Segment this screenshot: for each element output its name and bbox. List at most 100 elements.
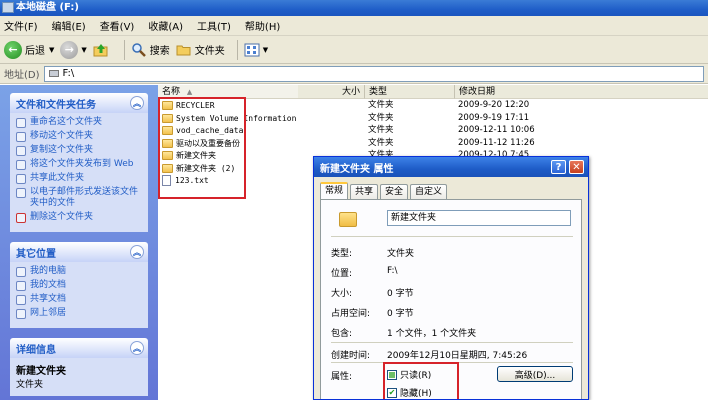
dialog-tabs: 常规 共享 安全 自定义 [320,182,449,199]
up-button[interactable] [93,42,112,58]
collapse-chevron-icon[interactable]: ︽ [130,341,144,355]
toolbar-separator [236,39,238,60]
computer-icon [16,267,26,277]
help-button[interactable]: ? [551,160,566,174]
place-my-computer[interactable]: 我的电脑 [16,266,142,277]
column-header-type[interactable]: 类型 [365,85,455,99]
drive-icon [48,70,59,77]
size-on-disk-label: 占用空间: [331,309,371,319]
toolbar-separator [123,39,125,60]
contains-value: 1 个文件，1 个文件夹 [387,329,477,339]
task-pane: 文件和文件夹任务 ︽ 重命名这个文件夹 移动这个文件夹 复制这个文件夹 将这个文… [0,85,158,400]
place-label: 共享文档 [30,294,67,304]
dialog-title: 新建文件夹 属性 [320,163,394,175]
file-type: 文件夹 [368,100,394,110]
file-date: 2009-11-12 11:26 [458,137,535,148]
forward-button[interactable]: → ▼ [60,40,87,59]
delete-x-icon [16,213,26,223]
tab-general[interactable]: 常规 [320,182,349,199]
rename-icon [16,118,26,128]
other-places-header[interactable]: 其它位置 ︽ [10,242,148,262]
place-network[interactable]: 网上邻居 [16,308,142,319]
file-tasks-body: 重命名这个文件夹 移动这个文件夹 复制这个文件夹 将这个文件夹发布到 Web 共… [10,113,148,232]
address-bar: 地址(D) F:\ [0,64,708,84]
menu-favorites[interactable]: 收藏(A) [148,18,183,33]
back-button[interactable]: ← 后退 ▼ [4,40,55,59]
menu-view[interactable]: 查看(V) [100,18,135,33]
task-rename-folder[interactable]: 重命名这个文件夹 [16,117,142,128]
menu-help[interactable]: 帮助(H) [245,18,280,33]
file-date: 2009-9-20 12:20 [458,100,530,110]
task-delete-folder[interactable]: 删除这个文件夹 [16,212,142,223]
toolbar: ← 后退 ▼ → ▼ 搜索 文件夹 ▼ [0,36,708,64]
general-tab-page: 新建文件夹 类型: 文件夹 位置: F:\ 大小: 0 字节 占用空间: 0 字… [320,199,582,399]
search-label: 搜索 [149,46,170,57]
task-label: 将这个文件夹发布到 Web [30,159,134,169]
menu-tools[interactable]: 工具(T) [197,18,231,33]
collapse-chevron-icon[interactable]: ︽ [130,245,144,259]
file-type: 文件夹 [368,112,394,123]
web-publish-icon [16,160,26,170]
size-on-disk-value: 0 字节 [387,309,414,319]
place-label: 我的文档 [30,280,67,290]
folder-up-icon [93,42,109,58]
task-label: 以电子邮件形式发送该文件夹中的文件 [30,187,139,208]
shared-folder-icon [16,295,26,305]
file-tasks-header[interactable]: 文件和文件夹任务 ︽ [10,93,148,113]
dialog-title-bar[interactable]: 新建文件夹 属性 [314,157,588,177]
place-my-documents[interactable]: 我的文档 [16,280,142,291]
folders-label: 文件夹 [194,46,225,57]
file-date: 2009-12-11 10:06 [458,125,535,135]
size-value: 0 字节 [387,289,414,299]
divider [331,236,573,237]
column-header-size[interactable]: 大小 [298,85,365,99]
task-label: 复制这个文件夹 [30,145,94,155]
task-label: 删除这个文件夹 [30,212,94,222]
place-shared-documents[interactable]: 共享文档 [16,294,142,305]
advanced-button[interactable]: 高级(D)... [497,366,573,382]
file-tasks-title: 文件和文件夹任务 [16,99,96,111]
chevron-down-icon: ▼ [262,45,269,54]
collapse-chevron-icon[interactable]: ︽ [130,96,144,110]
task-email-files[interactable]: 以电子邮件形式发送该文件夹中的文件 [16,187,142,209]
close-button[interactable]: ✕ [569,160,584,174]
folders-button[interactable]: 文件夹 [176,42,225,58]
task-move-folder[interactable]: 移动这个文件夹 [16,131,142,142]
file-type: 文件夹 [368,137,394,148]
task-copy-folder[interactable]: 复制这个文件夹 [16,145,142,156]
forward-arrow-icon: → [60,40,79,59]
divider [331,342,573,343]
menu-edit[interactable]: 编辑(E) [52,18,86,33]
search-button[interactable]: 搜索 [131,42,170,58]
tab-customize[interactable]: 自定义 [410,184,448,199]
properties-dialog: 新建文件夹 属性 ? ✕ 常规 共享 安全 自定义 新建文件夹 类型: 文件夹 … [313,156,589,400]
window-title-bar[interactable]: 本地磁盘 (F:) [0,0,708,16]
address-path: F:\ [62,68,75,79]
column-header-modified[interactable]: 修改日期 [455,85,708,99]
task-publish-web[interactable]: 将这个文件夹发布到 Web [16,159,142,170]
folder-icon [339,212,357,227]
details-item-type: 文件夹 [16,380,44,390]
address-input[interactable]: F:\ [43,65,704,82]
menu-file[interactable]: 文件(F) [4,18,38,33]
other-places-body: 我的电脑 我的文档 共享文档 网上邻居 [10,262,148,328]
task-label: 共享此文件夹 [30,173,85,183]
place-label: 我的电脑 [30,266,67,276]
window-title: 本地磁盘 (F:) [16,2,79,13]
views-button[interactable]: ▼ [244,42,268,58]
task-share-folder[interactable]: 共享此文件夹 [16,173,142,184]
type-label: 类型: [331,249,353,259]
chevron-down-icon: ▼ [81,45,87,54]
type-value: 文件夹 [387,249,415,259]
file-type: 文件夹 [368,125,394,135]
details-header[interactable]: 详细信息 ︽ [10,338,148,358]
folder-icon [176,42,192,58]
tab-security[interactable]: 安全 [380,184,409,199]
folder-name-input[interactable]: 新建文件夹 [387,210,571,226]
drive-icon [2,2,14,13]
address-label: 地址(D) [4,70,40,81]
task-label: 重命名这个文件夹 [30,117,103,127]
chevron-down-icon: ▼ [49,45,55,54]
share-icon [16,174,26,184]
tab-sharing[interactable]: 共享 [350,184,379,199]
